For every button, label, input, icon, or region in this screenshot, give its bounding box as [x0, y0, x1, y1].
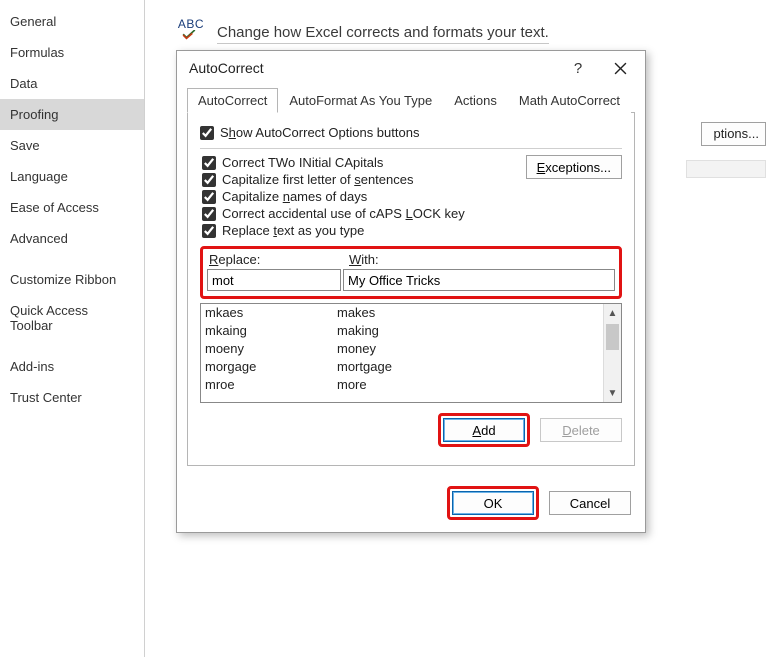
show-autocorrect-options-input[interactable] — [200, 126, 214, 140]
divider — [200, 148, 622, 149]
sidebar-item-language[interactable]: Language — [0, 161, 144, 192]
show-autocorrect-options-label: Show AutoCorrect Options buttons — [220, 125, 419, 140]
proofing-header-text: Change how Excel corrects and formats yo… — [217, 24, 549, 44]
add-button-highlight: Add — [438, 413, 530, 447]
scroll-thumb[interactable] — [606, 324, 619, 350]
tabstrip: AutoCorrect AutoFormat As You Type Actio… — [187, 87, 635, 113]
spellcheck-icon — [175, 18, 207, 50]
sidebar-item-add-ins[interactable]: Add-ins — [0, 351, 144, 382]
sidebar-item-customize-ribbon[interactable]: Customize Ribbon — [0, 264, 144, 295]
exceptions-button[interactable]: Exceptions... — [526, 155, 622, 179]
list-item[interactable]: mkaesmakes — [201, 304, 603, 322]
add-button[interactable]: Add — [443, 418, 525, 442]
replace-with-highlight: Replace: With: — [200, 246, 622, 299]
dialog-titlebar: AutoCorrect ? — [177, 51, 645, 85]
list-rows: mkaesmakes mkaingmaking moenymoney morga… — [201, 304, 603, 402]
rules-block: Exceptions... Correct TWo INitial CApita… — [200, 153, 622, 240]
caps-lock-checkbox[interactable]: Correct accidental use of cAPS LOCK key — [202, 206, 622, 221]
tab-autoformat[interactable]: AutoFormat As You Type — [278, 88, 443, 113]
tab-content: Show AutoCorrect Options buttons Excepti… — [187, 113, 635, 466]
ok-button[interactable]: OK — [452, 491, 534, 515]
replace-input[interactable] — [207, 269, 341, 291]
correct-two-caps-label: Correct TWo INitial CApitals — [222, 155, 383, 170]
cancel-button[interactable]: Cancel — [549, 491, 631, 515]
replace-text-input[interactable] — [202, 224, 216, 238]
tab-actions[interactable]: Actions — [443, 88, 508, 113]
list-item[interactable]: mkaingmaking — [201, 322, 603, 340]
sidebar-item-save[interactable]: Save — [0, 130, 144, 161]
close-button[interactable] — [599, 53, 641, 83]
sidebar-item-ease-of-access[interactable]: Ease of Access — [0, 192, 144, 223]
close-icon — [614, 62, 627, 75]
list-item[interactable]: morgagemortgage — [201, 358, 603, 376]
background-section-peek — [686, 160, 766, 178]
sidebar-item-advanced[interactable]: Advanced — [0, 223, 144, 254]
help-button[interactable]: ? — [557, 53, 599, 83]
replace-with-block: Replace: With: mkaesmakes mkaingmaking — [200, 246, 622, 447]
delete-button: Delete — [540, 418, 622, 442]
sidebar-item-general[interactable]: General — [0, 6, 144, 37]
capitalize-sentence-input[interactable] — [202, 173, 216, 187]
tab-math-autocorrect[interactable]: Math AutoCorrect — [508, 88, 631, 113]
capitalize-days-input[interactable] — [202, 190, 216, 204]
scroll-up-icon[interactable]: ▲ — [604, 304, 621, 322]
show-autocorrect-options-checkbox[interactable]: Show AutoCorrect Options buttons — [200, 125, 622, 140]
with-input[interactable] — [343, 269, 615, 291]
scroll-down-icon[interactable]: ▼ — [604, 384, 621, 402]
with-label: With: — [349, 252, 379, 267]
capitalize-days-label: Capitalize names of days — [222, 189, 367, 204]
capitalize-sentence-label: Capitalize first letter of sentences — [222, 172, 413, 187]
sidebar-item-formulas[interactable]: Formulas — [0, 37, 144, 68]
replace-label: Replace: — [209, 252, 349, 267]
tab-autocorrect[interactable]: AutoCorrect — [187, 88, 278, 113]
autocorrect-list[interactable]: mkaesmakes mkaingmaking moenymoney morga… — [200, 303, 622, 403]
options-sidebar: General Formulas Data Proofing Save Lang… — [0, 0, 145, 657]
dialog-title: AutoCorrect — [189, 60, 557, 76]
autocorrect-dialog: AutoCorrect ? AutoCorrect AutoFormat As … — [176, 50, 646, 533]
replace-text-label: Replace text as you type — [222, 223, 364, 238]
ok-button-highlight: OK — [447, 486, 539, 520]
list-item[interactable]: moenymoney — [201, 340, 603, 358]
caps-lock-input[interactable] — [202, 207, 216, 221]
autocorrect-options-button-peek[interactable]: ptions... — [701, 122, 766, 146]
caps-lock-label: Correct accidental use of cAPS LOCK key — [222, 206, 465, 221]
replace-text-checkbox[interactable]: Replace text as you type — [202, 223, 622, 238]
sidebar-item-trust-center[interactable]: Trust Center — [0, 382, 144, 413]
sidebar-item-proofing[interactable]: Proofing — [0, 99, 144, 130]
list-scrollbar[interactable]: ▲ ▼ — [603, 304, 621, 402]
sidebar-item-data[interactable]: Data — [0, 68, 144, 99]
sidebar-item-quick-access-toolbar[interactable]: Quick Access Toolbar — [0, 295, 144, 341]
dialog-footer: OK Cancel — [177, 476, 645, 532]
correct-two-caps-input[interactable] — [202, 156, 216, 170]
list-item[interactable]: mroemore — [201, 376, 603, 394]
capitalize-days-checkbox[interactable]: Capitalize names of days — [202, 189, 622, 204]
